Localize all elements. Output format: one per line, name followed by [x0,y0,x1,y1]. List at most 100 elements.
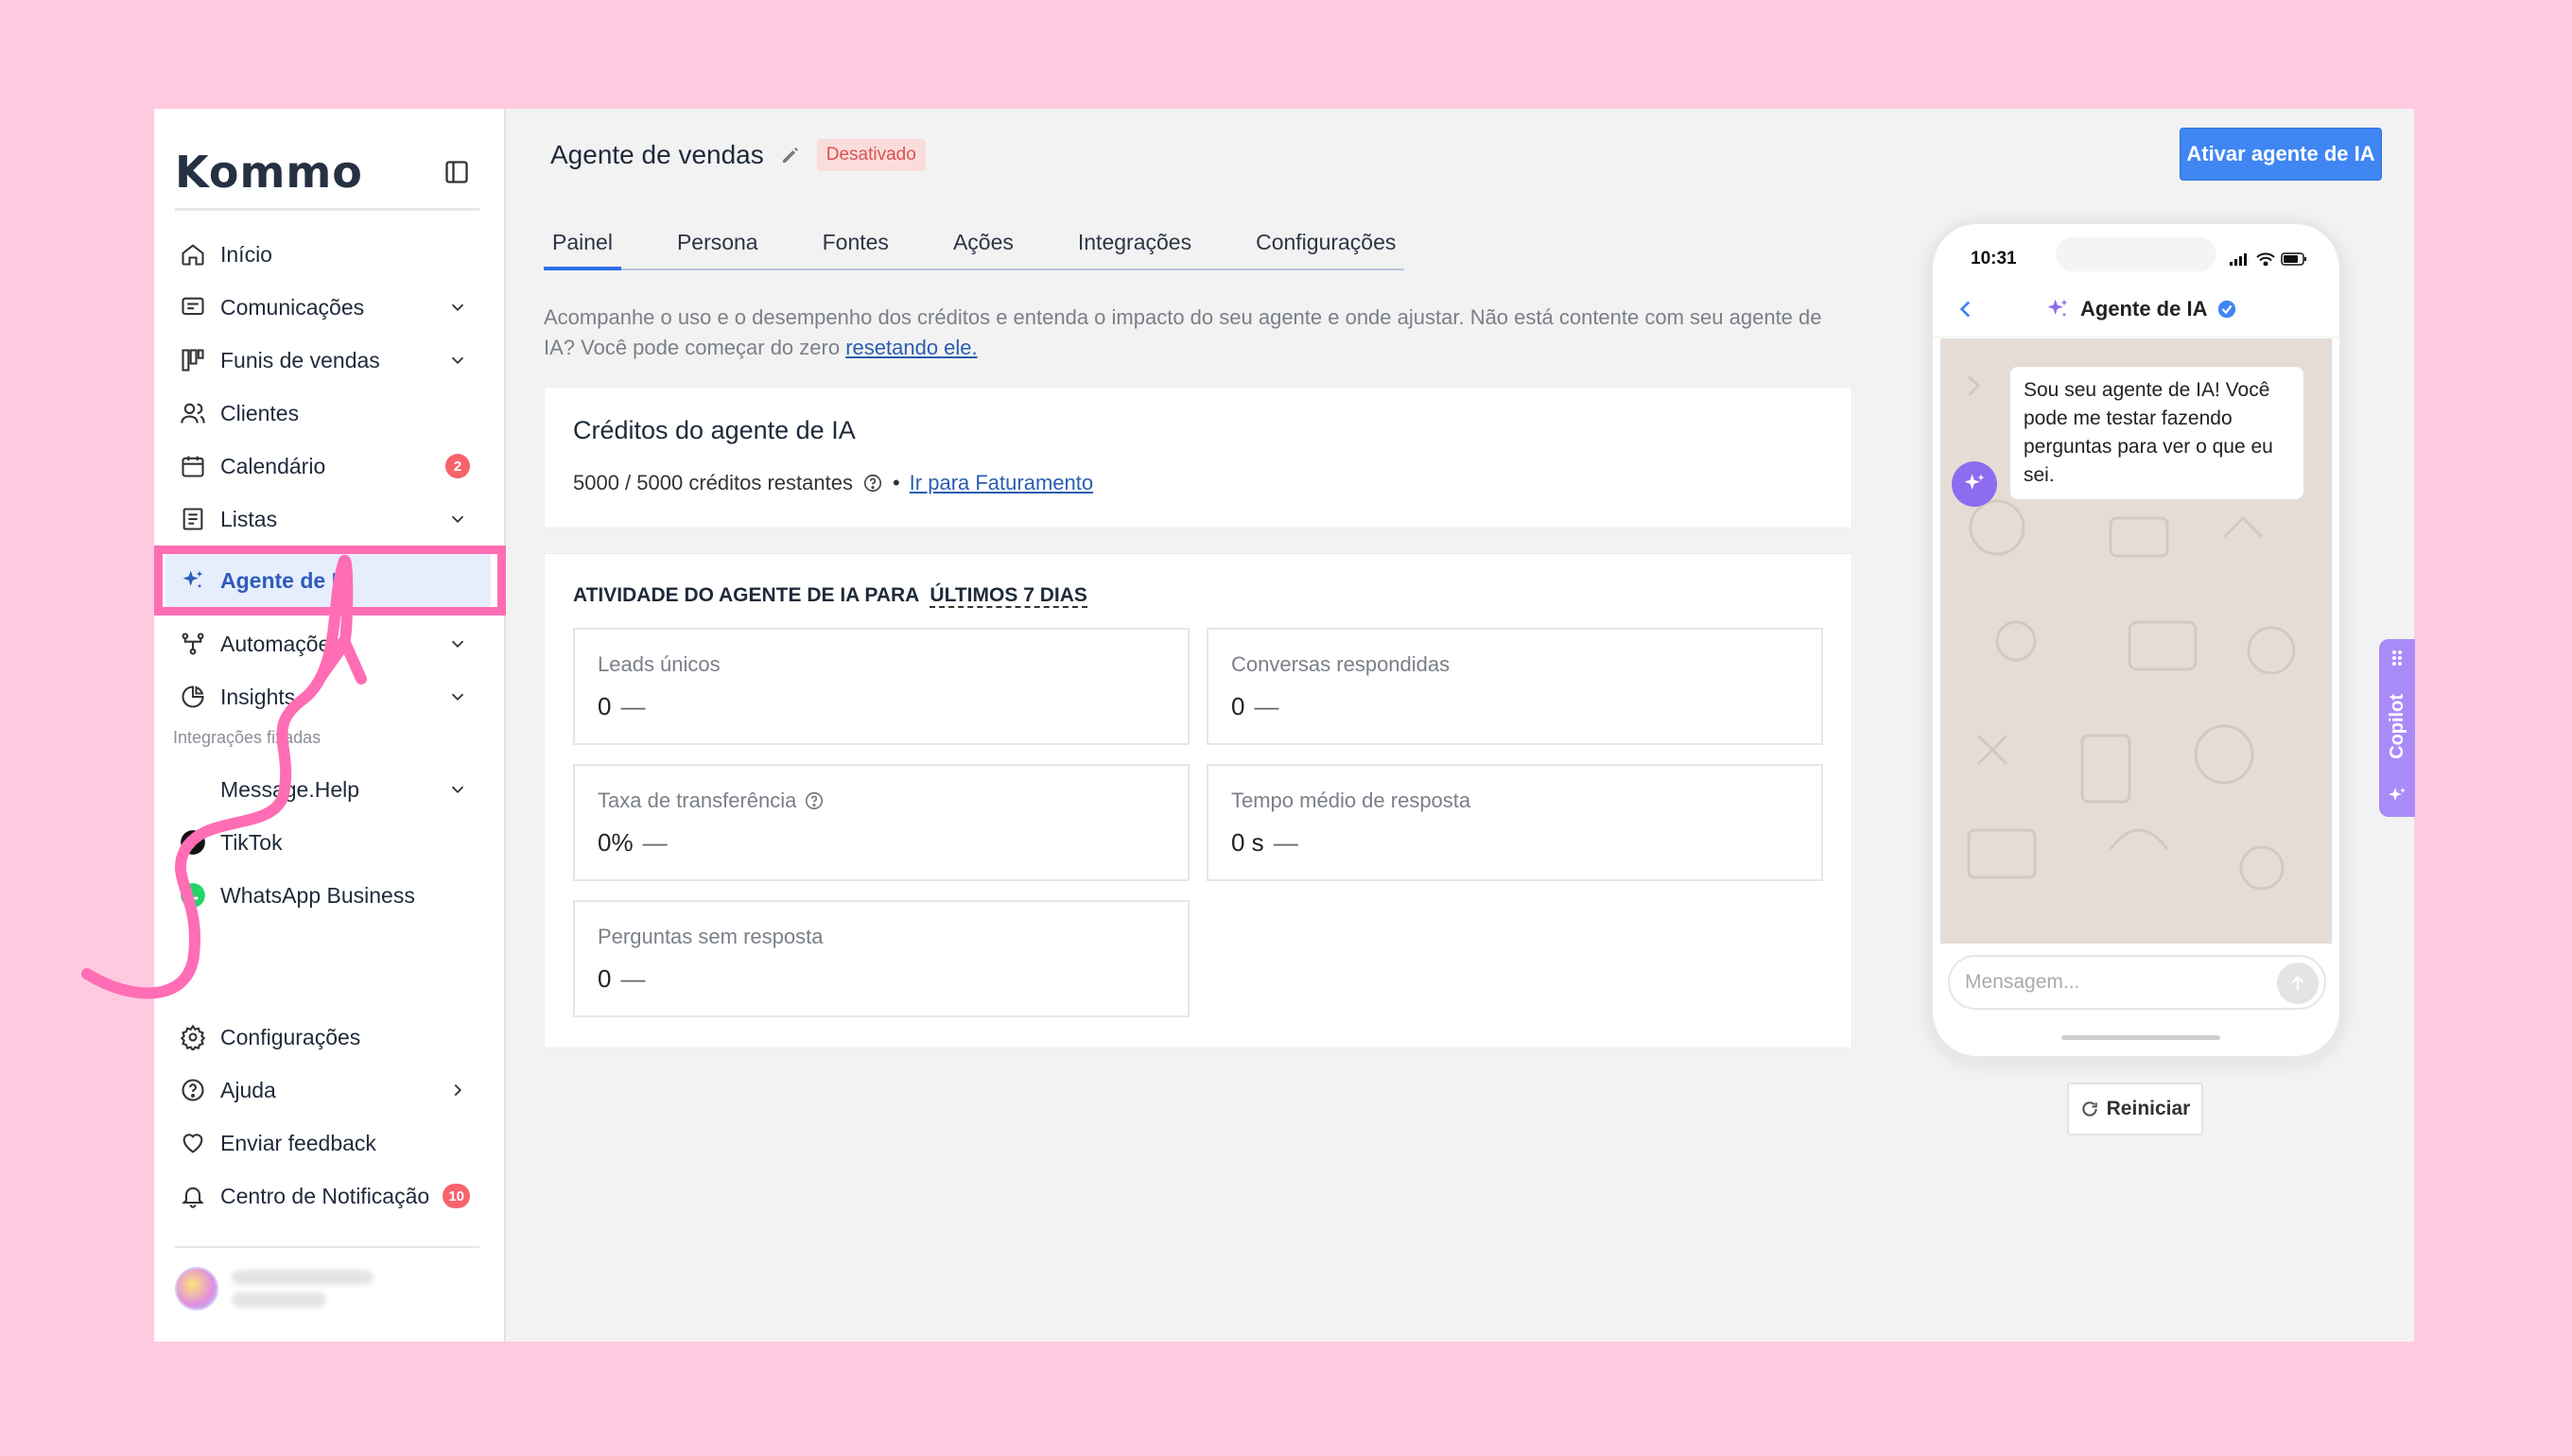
stat-answered-conversations: Conversas respondidas 0— [1207,628,1823,745]
sidebar-item-messagehelp[interactable]: Message.Help [175,763,479,816]
sidebar-item-whatsapp[interactable]: WhatsApp Business [175,869,479,922]
user-profile[interactable] [175,1267,374,1310]
status-badge: Desativado [816,139,926,171]
tab-painel[interactable]: Painel [544,220,621,270]
copilot-tab[interactable]: Copilot [2379,639,2415,817]
status-icons [2230,252,2307,266]
chevron-right-icon[interactable] [447,1080,468,1101]
activate-agent-button[interactable]: Ativar agente de IA [2180,128,2382,181]
logo-row: Kommo [175,135,479,211]
chevron-down-icon[interactable] [447,779,468,800]
restart-chat-button[interactable]: Reiniciar [2067,1083,2203,1135]
refresh-icon [2081,1101,2097,1117]
send-button[interactable] [2277,962,2319,1004]
notification-badge: 10 [443,1184,470,1208]
bot-message-bubble: Sou seu agente de IA! Você pode me testa… [2010,367,2303,499]
sidebar-item-tiktok[interactable]: TikTok [175,816,479,869]
user-name-blurred [232,1270,374,1308]
pinned-integrations-label: Integrações fixadas [173,728,322,747]
period-selector[interactable]: ÚLTIMOS 7 DIAS [930,584,1087,608]
home-indicator [2061,1035,2220,1040]
stat-unique-leads: Leads únicos 0— [573,628,1190,745]
battery-icon [2281,252,2306,266]
drag-handle-icon[interactable] [2390,649,2404,667]
stat-unanswered-questions: Perguntas sem resposta 0— [573,900,1190,1017]
page-header: Agente de vendas Desativado [550,139,926,171]
bot-avatar [1952,461,1997,507]
page-description: Acompanhe o uso e o desempenho dos crédi… [544,305,1822,359]
chevron-down-icon[interactable] [447,509,468,529]
sidebar-item-notificacoes[interactable]: Centro de Notificação 10 [175,1170,479,1222]
sidebar-item-comunicacoes[interactable]: Comunicações [175,281,479,334]
sidebar-item-configuracoes[interactable]: Configurações [175,1011,479,1064]
separator-dot: • [892,471,900,494]
messagehelp-icon [177,773,209,806]
chevron-down-icon[interactable] [447,686,468,707]
activity-title: ATIVIDADE DO AGENTE DE IA PARA ÚLTIMOS 7… [573,584,1087,608]
edit-pencil-icon[interactable] [779,144,802,166]
sidebar-item-listas[interactable]: Listas [175,493,479,546]
copilot-label: Copilot [2386,693,2407,759]
credits-line: 5000 / 5000 créditos restantes • Ir para… [573,471,1093,495]
verified-badge-icon [2218,300,2236,318]
gear-icon [177,1021,209,1053]
chart-icon [177,681,209,713]
reset-agent-link[interactable]: resetando ele. [845,336,977,359]
automation-icon [177,628,209,660]
avatar [175,1267,218,1310]
help-icon [177,1074,209,1106]
wifi-icon [2256,252,2275,266]
tab-acoes[interactable]: Ações [945,220,1022,269]
phone-preview: 10:31 Agente de IA Sou seu agente de IA!… [1928,219,2344,1061]
tab-bar: Painel Persona Fontes Ações Integrações … [544,220,1405,270]
chat-title: Agente de IA [2080,296,2208,321]
chat-header: Agente de IA [1933,281,2339,338]
sidebar-item-clientes[interactable]: Clientes [175,387,479,440]
sidebar-divider [175,1246,479,1248]
calendar-badge: 2 [445,454,470,478]
sidebar-collapse-icon[interactable] [443,159,470,185]
home-icon [177,238,209,270]
page-title: Agente de vendas [550,140,764,169]
sidebar-item-inicio[interactable]: Início [175,228,479,281]
tab-fontes[interactable]: Fontes [814,220,897,269]
message-input[interactable]: Mensagem... [1948,955,2326,1010]
sidebar-item-ajuda[interactable]: Ajuda [175,1064,479,1117]
chevron-down-icon[interactable] [447,297,468,318]
back-arrow-icon[interactable] [1954,297,1978,321]
help-icon[interactable] [804,790,825,811]
billing-link[interactable]: Ir para Faturamento [910,471,1093,495]
whatsapp-icon [177,879,209,911]
phone-time: 10:31 [1971,249,2017,269]
kommo-logo: Kommo [175,146,363,198]
help-icon[interactable] [862,473,883,494]
chevron-down-icon[interactable] [447,350,468,371]
credits-title: Créditos do agente de IA [573,416,856,444]
sidebar-item-automacoes[interactable]: Automações [175,617,479,670]
stat-transfer-rate: Taxa de transferência 0% — [573,764,1190,881]
sidebar-item-funis[interactable]: Funis de vendas [175,334,479,387]
users-icon [177,397,209,429]
phone-notch [2056,237,2216,271]
arrow-up-icon [2291,975,2304,990]
sidebar-item-agente-ia[interactable]: Agente de IA [165,554,491,607]
pipeline-icon [177,344,209,376]
chat-area: Sou seu agente de IA! Você pode me testa… [1940,338,2332,944]
heart-icon [177,1127,209,1159]
sidebar-item-feedback[interactable]: Enviar feedback [175,1117,479,1170]
tab-configuracoes[interactable]: Configurações [1247,220,1404,269]
tab-integracoes[interactable]: Integrações [1069,220,1200,269]
bell-icon [177,1180,209,1212]
tab-persona[interactable]: Persona [669,220,767,269]
credits-remaining: 5000 / 5000 créditos restantes [573,471,853,494]
sparkle-icon [177,564,209,597]
stat-avg-response-time: Tempo médio de resposta 0 s — [1207,764,1823,881]
sidebar-item-calendario[interactable]: Calendário 2 [175,440,479,493]
sparkle-icon [2389,788,2406,801]
chevron-down-icon[interactable] [447,633,468,654]
sidebar-item-insights[interactable]: Insights [175,670,479,723]
sparkle-icon [1964,474,1985,490]
sparkle-icon [2047,299,2068,317]
calendar-icon [177,450,209,482]
list-icon [177,503,209,535]
